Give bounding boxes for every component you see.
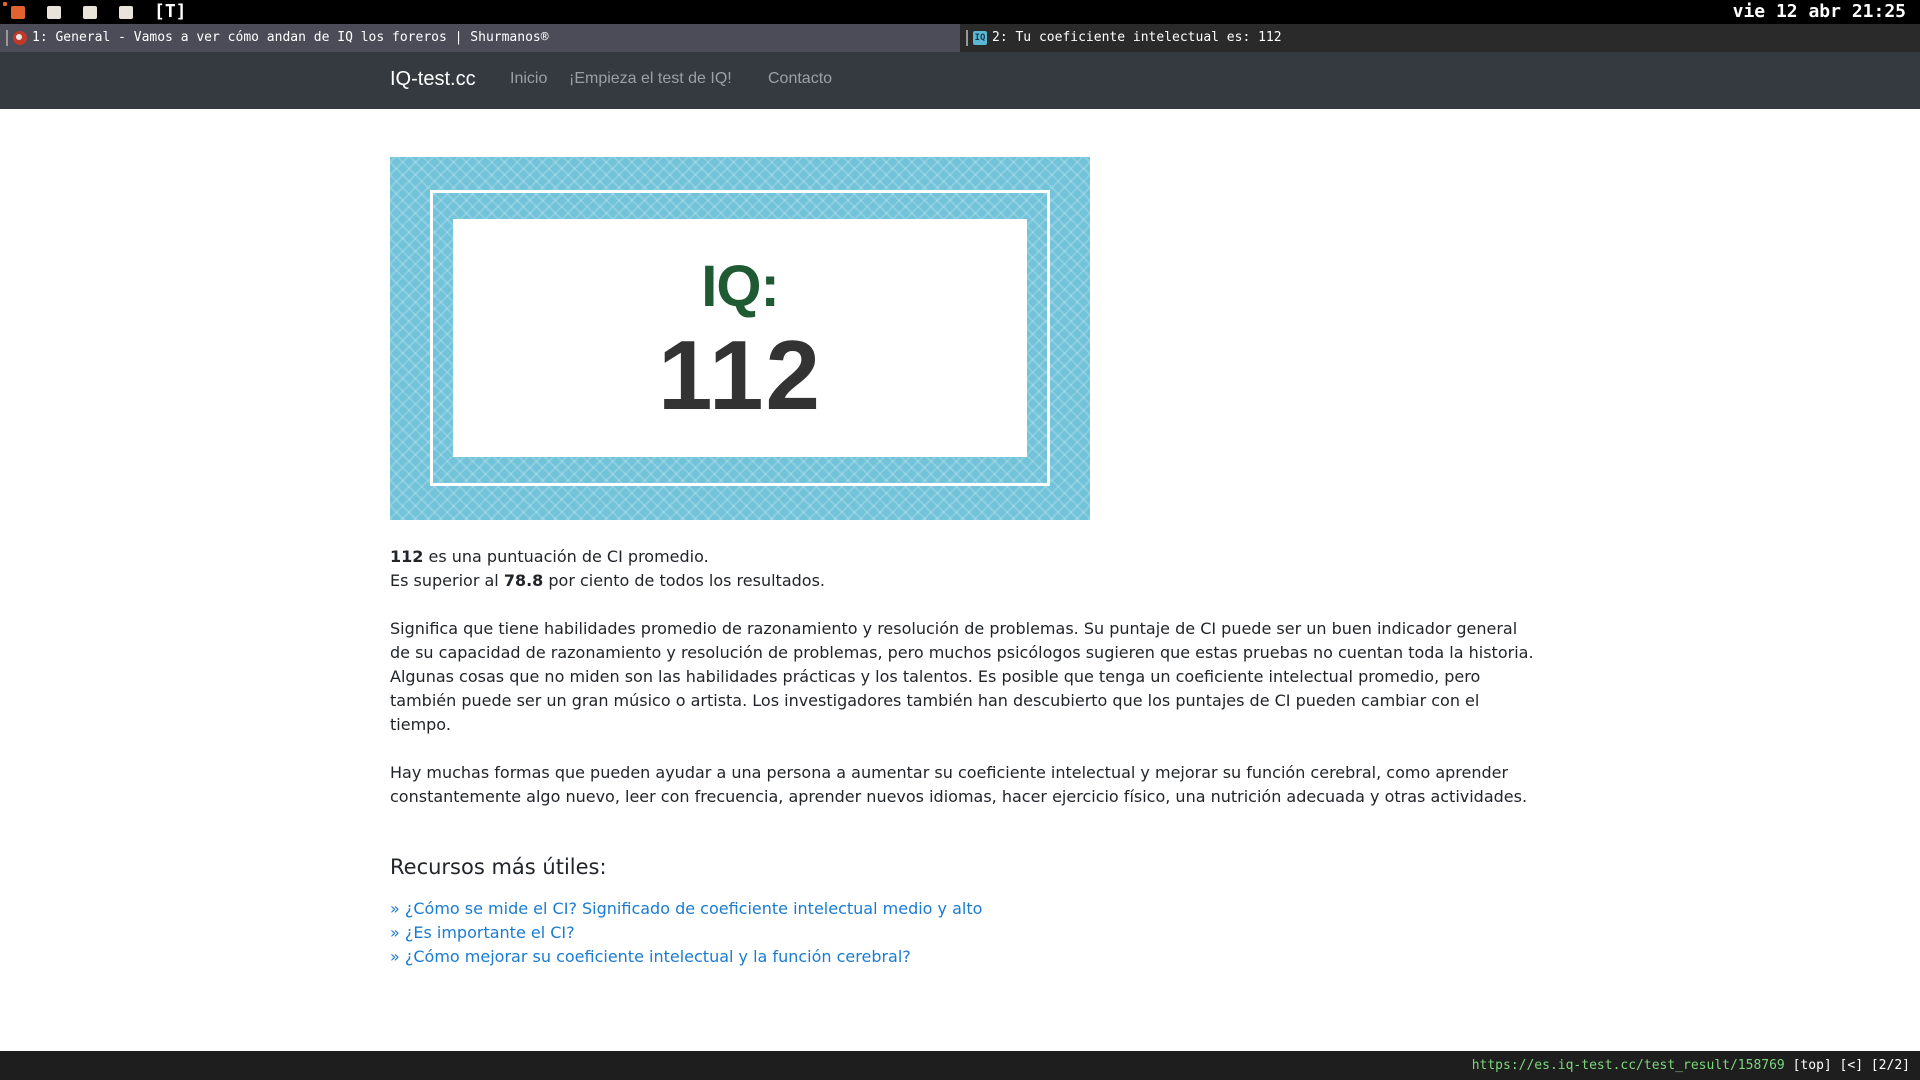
workspace-3-icon[interactable] xyxy=(83,6,97,19)
tab-label: 2: Tu coeficiente intelectual es: 112 xyxy=(992,30,1282,45)
result-line-2-post: por ciento de todos los resultados. xyxy=(543,571,825,590)
main-content: 112 es una puntuación de CI promedio. Es… xyxy=(390,545,1540,969)
browser-status-bar: https://es.iq-test.cc/test_result/158769… xyxy=(0,1051,1920,1080)
tab-bar: 1: General - Vamos a ver cómo andan de I… xyxy=(0,24,1920,52)
iq-result-badge: IQ: 112 xyxy=(390,157,1090,520)
workspace-2-icon[interactable] xyxy=(47,6,61,19)
workspace-1-icon[interactable] xyxy=(11,6,25,19)
result-line-2-pre: Es superior al xyxy=(390,571,504,590)
site-navbar: IQ-test.cc Inicio ¡Empieza el test de IQ… xyxy=(0,52,1920,109)
tab-indicator xyxy=(966,30,968,46)
nav-link-start-test[interactable]: ¡Empieza el test de IQ! xyxy=(569,70,732,88)
scroll-tab-info: [top] [<] [2/2] xyxy=(1784,1058,1910,1073)
iq-score: 112 xyxy=(657,320,823,430)
system-bar: [T] vie 12 abr 21:25 xyxy=(0,0,1920,24)
result-percentile: 78.8 xyxy=(503,571,544,590)
current-url: https://es.iq-test.cc/test_result/158769 xyxy=(1471,1058,1785,1073)
nav-link-contacto[interactable]: Contacto xyxy=(768,70,832,88)
tab-indicator xyxy=(6,30,8,46)
resources-title: Recursos más útiles: xyxy=(390,855,607,879)
tab-iq-result[interactable]: IQ 2: Tu coeficiente intelectual es: 112 xyxy=(960,24,1920,52)
status-bar-right: https://es.iq-test.cc/test_result/158769… xyxy=(1472,1051,1910,1080)
site-brand-link[interactable]: IQ-test.cc xyxy=(390,68,476,91)
result-score: 112 xyxy=(390,547,424,566)
paragraph-improve: Hay muchas formas que pueden ayudar a un… xyxy=(390,763,1528,806)
resource-link-measure[interactable]: » ¿Cómo se mide el CI? Significado de co… xyxy=(390,897,1540,921)
resource-link-importance[interactable]: » ¿Es importante el CI? xyxy=(390,921,1540,945)
resource-link-improve[interactable]: » ¿Cómo mejorar su coeficiente intelectu… xyxy=(390,945,1540,969)
iq-label: IQ: xyxy=(701,254,780,319)
shurmanos-favicon-icon xyxy=(13,31,27,45)
result-line-1: 112 es una puntuación de CI promedio. xyxy=(390,545,1540,569)
nav-link-inicio[interactable]: Inicio xyxy=(510,70,547,88)
urgent-indicator xyxy=(3,2,7,6)
result-line-2: Es superior al 78.8 por ciento de todos … xyxy=(390,569,1540,593)
tab-label: 1: General - Vamos a ver cómo andan de I… xyxy=(32,30,549,45)
iq-favicon-icon: IQ xyxy=(973,31,987,45)
resources-list: » ¿Cómo se mide el CI? Significado de co… xyxy=(390,897,1540,969)
badge-card: IQ: 112 xyxy=(453,219,1027,457)
layout-indicator: [T] xyxy=(154,1,187,22)
tab-shurmanos[interactable]: 1: General - Vamos a ver cómo andan de I… xyxy=(0,24,960,52)
result-line-1-text: es una puntuación de CI promedio. xyxy=(423,547,709,566)
workspace-4-icon[interactable] xyxy=(119,6,133,19)
clock: vie 12 abr 21:25 xyxy=(1732,1,1906,22)
paragraph-meaning: Significa que tiene habilidades promedio… xyxy=(390,619,1534,734)
